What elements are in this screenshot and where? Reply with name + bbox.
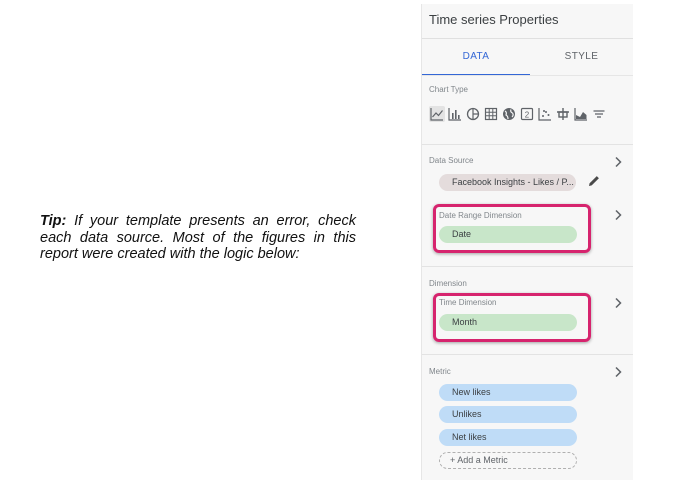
data-source-pill[interactable]: Facebook Insights - Likes / P... [439, 174, 576, 191]
bullet-chart-icon[interactable] [591, 106, 607, 122]
divider [422, 144, 633, 145]
chevron-right-icon[interactable] [613, 208, 623, 221]
divider [422, 75, 633, 76]
pivot-table-icon[interactable] [555, 106, 571, 122]
dimension-label: Dimension [429, 279, 467, 288]
metric-pill-unlikes[interactable]: Unlikes [439, 406, 577, 423]
metric-pill-new-likes[interactable]: New likes [439, 384, 577, 401]
chart-type-label: Chart Type [429, 85, 468, 94]
properties-panel: Time series Properties DATA STYLE Chart … [421, 4, 633, 480]
area-chart-icon[interactable] [573, 106, 589, 122]
data-source-label: Data Source [429, 156, 474, 165]
tip-body: If your template presents an error, chec… [40, 213, 356, 262]
chevron-right-icon[interactable] [613, 296, 623, 309]
add-metric-button[interactable]: + Add a Metric [439, 452, 577, 469]
chart-type-picker: 2 [429, 106, 607, 122]
time-series-icon[interactable] [429, 106, 445, 122]
table-icon[interactable] [483, 106, 499, 122]
scorecard-icon[interactable]: 2 [519, 106, 535, 122]
tab-data[interactable]: DATA [422, 39, 530, 75]
highlight-box-time-dimension [433, 293, 591, 342]
geo-map-icon[interactable] [501, 106, 517, 122]
pie-chart-icon[interactable] [465, 106, 481, 122]
svg-text:2: 2 [525, 111, 530, 120]
tab-bar: DATA STYLE [422, 39, 633, 76]
highlight-box-date-range [433, 204, 591, 253]
panel-title: Time series Properties [429, 12, 559, 27]
tip-paragraph: Tip: If your template presents an error,… [40, 213, 356, 263]
divider [422, 266, 633, 267]
tab-style[interactable]: STYLE [530, 39, 633, 75]
chevron-right-icon[interactable] [613, 365, 623, 378]
edit-pencil-icon[interactable] [587, 174, 601, 188]
metric-label: Metric [429, 367, 451, 376]
tip-lead: Tip: [40, 213, 67, 229]
bar-chart-icon[interactable] [447, 106, 463, 122]
scatter-chart-icon[interactable] [537, 106, 553, 122]
metric-pill-net-likes[interactable]: Net likes [439, 429, 577, 446]
chevron-right-icon[interactable] [613, 155, 623, 168]
divider [422, 354, 633, 355]
